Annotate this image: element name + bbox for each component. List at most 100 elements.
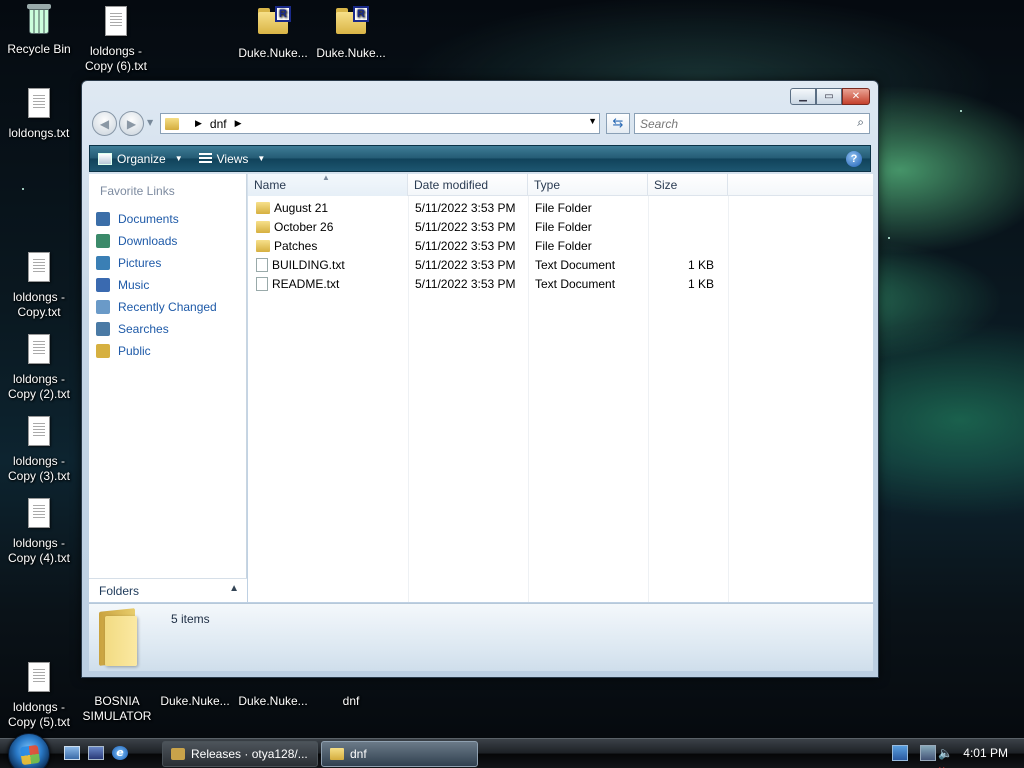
explorer-window[interactable]: ▁ ▭ ✕ ◀ ▶ ▼ ▶ dnf ▶ ▼ ⇆ Search ⌕ Organiz… bbox=[81, 80, 879, 678]
favorite-links-title: Favorite Links bbox=[100, 184, 175, 198]
monitor-tray-icon[interactable] bbox=[920, 745, 936, 761]
network-tray-icon[interactable] bbox=[892, 745, 908, 761]
sort-ascending-icon: ▲ bbox=[322, 173, 330, 182]
table-row[interactable]: README.txt 5/11/2022 3:53 PM Text Docume… bbox=[248, 274, 720, 293]
folder-icon bbox=[330, 748, 344, 760]
column-header-label: Type bbox=[534, 178, 561, 192]
nav-item-music[interactable]: Music bbox=[96, 274, 217, 296]
nav-item-searches[interactable]: Searches bbox=[96, 318, 217, 340]
maximize-button[interactable]: ▭ bbox=[816, 88, 842, 105]
views-icon bbox=[198, 152, 212, 165]
breadcrumb-arrow-icon[interactable]: ▶ bbox=[235, 118, 242, 129]
recent-pages-chevron-icon[interactable]: ▼ bbox=[147, 118, 153, 127]
search-icon[interactable]: ⌕ bbox=[857, 115, 864, 130]
column-header-type[interactable]: Type bbox=[528, 174, 648, 196]
desktop-icon-duke-nuke-1[interactable]: R Duke.Nuke... bbox=[232, 4, 314, 61]
desktop-icon-label: loldongs - Copy (4).txt bbox=[7, 536, 70, 565]
file-size: 1 KB bbox=[687, 257, 714, 272]
desktop-icon-loldongs-copy-2[interactable]: loldongs - Copy (2).txt bbox=[0, 332, 80, 402]
text-file-icon bbox=[256, 276, 268, 291]
desktop-icon-loldongs-copy-4[interactable]: loldongs - Copy (4).txt bbox=[0, 496, 80, 566]
folders-toggle[interactable]: Folders ▲ bbox=[89, 578, 247, 602]
nav-item-public[interactable]: Public bbox=[96, 340, 217, 362]
column-header-size[interactable]: Size bbox=[648, 174, 728, 196]
table-row[interactable]: October 26 5/11/2022 3:53 PM File Folder bbox=[248, 217, 720, 236]
address-bar[interactable]: ▶ dnf ▶ ▼ bbox=[160, 113, 600, 134]
column-header-date-modified[interactable]: Date modified bbox=[408, 174, 528, 196]
taskbar-button-dnf[interactable]: dnf bbox=[321, 741, 478, 767]
search-input[interactable]: Search ⌕ bbox=[634, 113, 870, 134]
nav-item-recently-changed[interactable]: Recently Changed bbox=[96, 296, 217, 318]
switch-windows-icon[interactable] bbox=[88, 746, 104, 760]
nav-item-label: Downloads bbox=[118, 234, 178, 248]
forward-button[interactable]: ▶ bbox=[119, 111, 144, 136]
views-button[interactable]: Views ▼ bbox=[191, 146, 274, 171]
volume-muted-icon[interactable]: 🔈✕ bbox=[938, 745, 954, 768]
item-count: 5 items bbox=[171, 612, 210, 626]
arrow-left-icon: ◀ bbox=[99, 116, 110, 131]
desktop-icon-loldongs-copy-3[interactable]: loldongs - Copy (3).txt bbox=[0, 414, 80, 484]
file-list[interactable]: ▲ Name Date modified Type Size August 21… bbox=[248, 173, 873, 602]
column-header-name[interactable]: ▲ Name bbox=[248, 173, 408, 196]
organize-icon bbox=[98, 152, 112, 165]
desktop-icon-duke-nuke-folder-1[interactable]: Duke.Nuke... bbox=[154, 694, 236, 709]
table-row[interactable]: Patches 5/11/2022 3:53 PM File Folder bbox=[248, 236, 720, 255]
file-name: Patches bbox=[274, 238, 318, 253]
desktop-icon-label: loldongs - Copy (6).txt bbox=[84, 44, 147, 73]
text-file-icon bbox=[256, 257, 268, 272]
address-dropdown-icon[interactable]: ▼ bbox=[588, 116, 597, 126]
refresh-button[interactable]: ⇆ bbox=[606, 113, 630, 134]
chevron-down-icon: ▼ bbox=[174, 154, 183, 163]
column-header-label: Size bbox=[654, 178, 678, 192]
desktop-icon-label: loldongs - Copy (3).txt bbox=[7, 454, 70, 483]
taskbar-button-label: Releases · otya128/... bbox=[191, 747, 308, 761]
internet-explorer-icon[interactable]: e bbox=[112, 746, 128, 760]
desktop-icon-dnf[interactable]: dnf bbox=[310, 694, 392, 709]
file-size: 1 KB bbox=[687, 276, 714, 291]
file-date: 5/11/2022 3:53 PM bbox=[415, 219, 516, 234]
table-row[interactable]: BUILDING.txt 5/11/2022 3:53 PM Text Docu… bbox=[248, 255, 720, 274]
desktop-icon-loldongs-copy[interactable]: loldongs - Copy.txt bbox=[0, 250, 80, 320]
taskbar-button-releases[interactable]: Releases · otya128/... bbox=[162, 741, 318, 767]
minimize-icon: ▁ bbox=[799, 91, 807, 102]
taskbar-clock[interactable]: 4:01 PM bbox=[963, 746, 1008, 760]
text-file-icon bbox=[28, 416, 50, 446]
minimize-button[interactable]: ▁ bbox=[790, 88, 816, 105]
organize-button[interactable]: Organize ▼ bbox=[90, 146, 191, 171]
desktop-icon-loldongs[interactable]: loldongs.txt bbox=[0, 86, 80, 141]
nav-item-pictures[interactable]: Pictures bbox=[96, 252, 217, 274]
nav-item-downloads[interactable]: Downloads bbox=[96, 230, 217, 252]
start-button[interactable] bbox=[8, 733, 50, 768]
close-icon: ✕ bbox=[851, 91, 861, 102]
file-type: File Folder bbox=[535, 219, 592, 234]
back-button[interactable]: ◀ bbox=[92, 111, 117, 136]
file-name: August 21 bbox=[274, 200, 329, 215]
desktop-icon-loldongs-copy-6[interactable]: loldongs - Copy (6).txt bbox=[75, 4, 157, 74]
file-date: 5/11/2022 3:53 PM bbox=[415, 276, 516, 291]
breadcrumb-arrow-icon[interactable]: ▶ bbox=[195, 118, 202, 129]
pictures-icon bbox=[96, 256, 110, 270]
folders-label: Folders bbox=[99, 583, 140, 598]
file-type: File Folder bbox=[535, 238, 592, 253]
table-row[interactable]: August 21 5/11/2022 3:53 PM File Folder bbox=[248, 198, 720, 217]
navigation-pane: Favorite Links Documents Downloads Pictu… bbox=[89, 174, 247, 601]
desktop-icon-label: loldongs - Copy.txt bbox=[12, 290, 66, 319]
nav-item-documents[interactable]: Documents bbox=[96, 208, 217, 230]
desktop-icon-duke-nuke-folder-2[interactable]: Duke.Nuke... bbox=[232, 694, 314, 709]
desktop-icon-recycle-bin[interactable]: Recycle Bin bbox=[0, 4, 80, 57]
desktop-icon-bosnia-simulator[interactable]: BOSNIA SIMULATOR bbox=[76, 694, 158, 724]
show-desktop-icon[interactable] bbox=[64, 746, 80, 760]
recently-changed-icon bbox=[96, 300, 110, 314]
breadcrumb-dnf[interactable]: dnf bbox=[210, 117, 227, 131]
desktop-icon-duke-nuke-2[interactable]: R Duke.Nuke... bbox=[310, 4, 392, 61]
desktop-icon-label: BOSNIA SIMULATOR bbox=[82, 694, 152, 723]
music-icon bbox=[96, 278, 110, 292]
desktop-icon-label: Duke.Nuke... bbox=[160, 694, 230, 708]
help-icon[interactable]: ? bbox=[846, 151, 862, 167]
desktop-icon-label: Duke.Nuke... bbox=[238, 694, 308, 708]
close-button[interactable]: ✕ bbox=[842, 88, 870, 105]
file-date: 5/11/2022 3:53 PM bbox=[415, 238, 516, 253]
star bbox=[888, 237, 890, 239]
desktop-icon-label: dnf bbox=[342, 694, 360, 708]
desktop-icon-loldongs-copy-5[interactable]: loldongs - Copy (5).txt bbox=[0, 660, 80, 730]
